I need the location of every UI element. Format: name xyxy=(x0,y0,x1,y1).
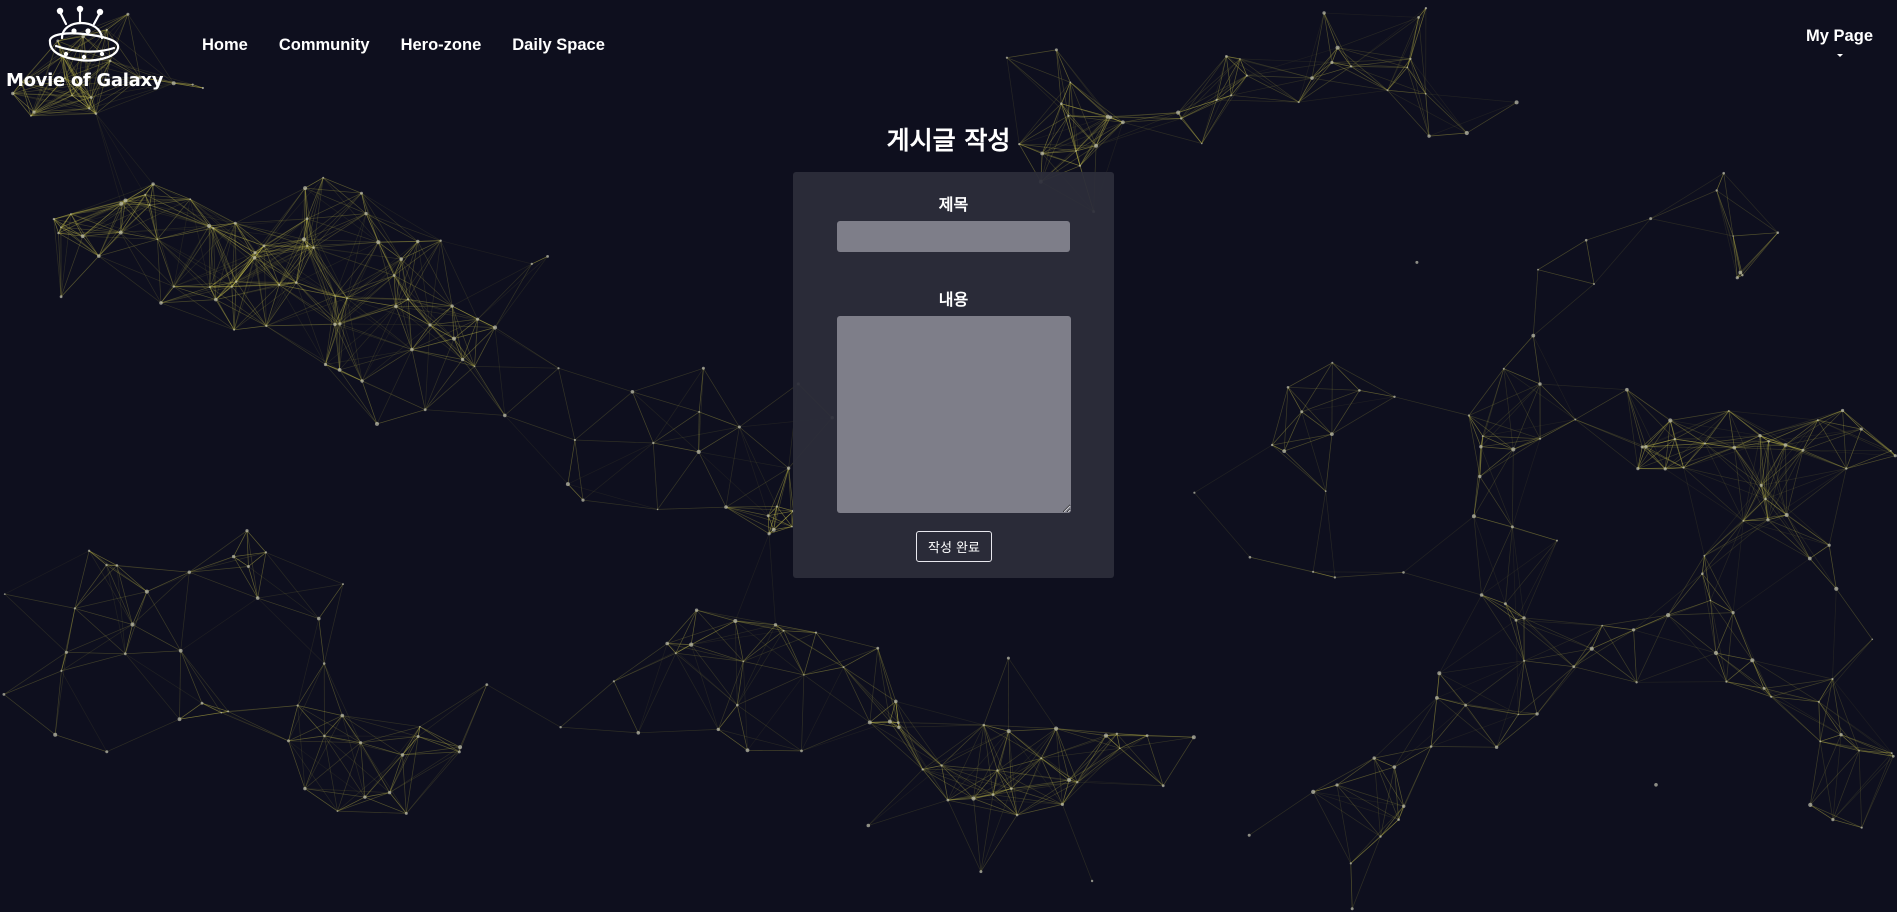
title-input[interactable] xyxy=(837,221,1070,252)
nav-home-link[interactable]: Home xyxy=(202,36,248,55)
nav-hero-zone-link[interactable]: Hero-zone xyxy=(401,36,482,55)
content-label: 내용 xyxy=(938,290,969,309)
my-page-label: My Page xyxy=(1806,27,1873,45)
title-label: 제목 xyxy=(938,195,969,214)
post-write-form: 제목 내용 작성 완료 xyxy=(793,172,1114,578)
caret-down-icon xyxy=(1836,54,1843,57)
nav-community-link[interactable]: Community xyxy=(279,36,370,55)
page-title: 게시글 작성 xyxy=(886,126,1011,155)
main-nav: Home Community Hero-zone Daily Space xyxy=(202,36,636,55)
my-page-dropdown[interactable]: My Page xyxy=(1806,27,1873,57)
content-textarea[interactable] xyxy=(837,316,1071,513)
page: Movie of Galaxy Home Community Hero-zone… xyxy=(0,0,1897,912)
nav-daily-space-link[interactable]: Daily Space xyxy=(512,36,605,55)
brand-logo-link[interactable]: Movie of Galaxy xyxy=(6,4,164,96)
submit-button[interactable]: 작성 완료 xyxy=(916,531,992,562)
brand-name: Movie of Galaxy xyxy=(6,70,164,91)
ufo-alien-icon xyxy=(48,5,120,62)
